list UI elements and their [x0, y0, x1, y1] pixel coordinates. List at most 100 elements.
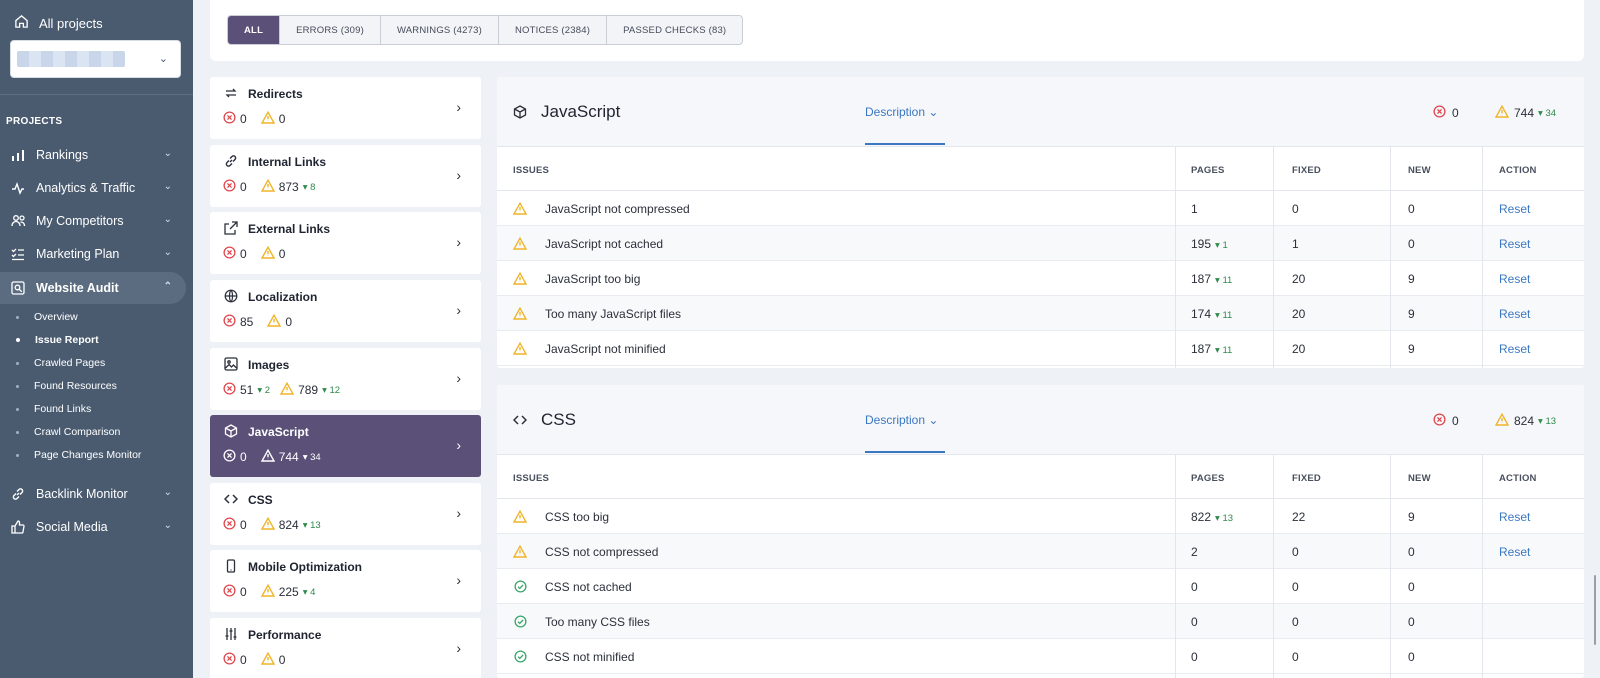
category-images[interactable]: Images 51 ▾ 2 789 ▾ 12 ›	[210, 348, 481, 410]
issue-name[interactable]: Too many CSS files	[545, 615, 650, 629]
sidebar-item-label: Social Media	[36, 520, 108, 534]
warning-icon	[513, 236, 527, 250]
issue-name[interactable]: CSS not compressed	[545, 545, 658, 559]
chevron-down-icon: ⌄	[163, 520, 172, 531]
warning-delta: ▾ 4	[302, 586, 316, 598]
sub-item-crawl-comparison[interactable]: Crawl Comparison	[16, 426, 120, 438]
description-toggle[interactable]: Description ⌄	[865, 105, 938, 119]
sliders-icon	[223, 626, 239, 642]
new-count: 0	[1408, 650, 1415, 664]
warning-delta: ▾ 13	[302, 519, 321, 531]
category-mobile-optimization[interactable]: Mobile Optimization 0 225 ▾ 4 ›	[210, 550, 481, 612]
reset-link[interactable]: Reset	[1499, 307, 1530, 321]
category-stats: 85 0	[223, 313, 306, 330]
issue-name[interactable]: CSS too big	[545, 510, 609, 524]
tab-errors[interactable]: ERRORS (309)	[280, 16, 381, 44]
error-delta: ▾ 2	[257, 384, 271, 396]
sidebar-item-marketing-plan[interactable]: Marketing Plan ⌄	[0, 238, 186, 270]
sub-item-page-changes-monitor[interactable]: Page Changes Monitor	[16, 449, 141, 461]
reset-link[interactable]: Reset	[1499, 272, 1530, 286]
all-projects-link[interactable]: All projects	[14, 14, 103, 32]
chevron-right-icon: ›	[456, 505, 461, 521]
issue-name[interactable]: JavaScript not cached	[545, 237, 663, 251]
issue-name[interactable]: JavaScript not compressed	[545, 202, 690, 216]
javascript-table-body: JavaScript not compressed 1 0 0 Reset Ja…	[497, 191, 1584, 366]
table-row: Too many JavaScript files 174 ▾ 11 20 9 R…	[497, 296, 1584, 331]
category-internal-links[interactable]: Internal Links 0 873 ▾ 8 ›	[210, 145, 481, 207]
error-count: 51	[240, 383, 254, 397]
category-title: CSS	[248, 493, 273, 507]
scrollbar[interactable]	[1594, 575, 1596, 645]
pages-count: 0	[1191, 650, 1198, 664]
table-row: JavaScript not minified 187 ▾ 11 20 9 Res…	[497, 331, 1584, 366]
tab-passed-checks[interactable]: PASSED CHECKS (83)	[607, 16, 742, 44]
sidebar-item-label: My Competitors	[36, 214, 124, 228]
tab-notices[interactable]: NOTICES (2384)	[499, 16, 608, 44]
sidebar-item-competitors[interactable]: My Competitors ⌄	[0, 205, 186, 237]
warning-icon	[267, 313, 282, 330]
reset-link[interactable]: Reset	[1499, 545, 1530, 559]
reset-link[interactable]: Reset	[1499, 237, 1530, 251]
chevron-down-icon: ⌄	[158, 53, 168, 65]
col-fixed: FIXED	[1292, 165, 1321, 176]
fixed-count: 20	[1292, 272, 1306, 286]
warning-count: 789	[298, 383, 319, 397]
category-stats: 0 744 ▾ 34	[223, 448, 331, 465]
thumbs-up-icon	[10, 519, 26, 535]
category-external-links[interactable]: External Links 0 0 ›	[210, 212, 481, 274]
warning-icon	[260, 516, 275, 533]
reset-link[interactable]: Reset	[1499, 202, 1530, 216]
globe-icon	[223, 288, 239, 304]
sub-item-overview[interactable]: Overview	[16, 311, 78, 323]
sidebar-item-social-media[interactable]: Social Media ⌄	[0, 511, 186, 543]
col-issues: ISSUES	[513, 473, 550, 484]
sub-item-crawled-pages[interactable]: Crawled Pages	[16, 357, 105, 369]
category-css[interactable]: CSS 0 824 ▾ 13 ›	[210, 483, 481, 545]
issue-name[interactable]: JavaScript not minified	[545, 342, 666, 356]
sidebar-item-analytics[interactable]: Analytics & Traffic ⌄	[0, 172, 186, 204]
new-count: 0	[1408, 237, 1415, 251]
check-circle-icon	[513, 649, 527, 663]
category-performance[interactable]: Performance 0 0 ›	[210, 618, 481, 678]
warning-icon	[1494, 412, 1510, 429]
reset-link[interactable]: Reset	[1499, 342, 1530, 356]
issue-name[interactable]: CSS not minified	[545, 650, 634, 664]
chevron-up-icon: ⌃	[163, 281, 172, 292]
sidebar-item-rankings[interactable]: Rankings ⌄	[0, 139, 186, 171]
reset-link[interactable]: Reset	[1499, 510, 1530, 524]
fixed-count: 0	[1292, 545, 1299, 559]
category-redirects[interactable]: Redirects 0 0 ›	[210, 77, 481, 139]
error-count: 0	[240, 247, 247, 261]
issue-name[interactable]: CSS not cached	[545, 580, 632, 594]
description-toggle[interactable]: Description ⌄	[865, 413, 938, 427]
fixed-count: 0	[1292, 580, 1299, 594]
category-stats: 0 225 ▾ 4	[223, 583, 325, 600]
chevron-down-icon: ⌄	[928, 105, 939, 119]
filter-tabs: ALL ERRORS (309) WARNINGS (4273) NOTICES…	[227, 15, 744, 45]
tab-all[interactable]: ALL	[228, 16, 281, 44]
sidebar-item-website-audit[interactable]: Website Audit ⌃	[0, 272, 186, 304]
sidebar-item-label: Website Audit	[36, 281, 119, 295]
category-javascript[interactable]: JavaScript 0 744 ▾ 34 ›	[210, 415, 481, 477]
col-pages: PAGES	[1191, 473, 1225, 484]
pages-count: 195 ▾ 1	[1191, 237, 1228, 251]
table-row: Too many CSS files 0 0 0	[497, 604, 1584, 639]
warning-delta: ▾ 8	[302, 181, 316, 193]
section-errors: 0	[1433, 413, 1459, 429]
tab-warnings[interactable]: WARNINGS (4273)	[381, 16, 499, 44]
category-localization[interactable]: Localization 85 0 ›	[210, 280, 481, 342]
sub-item-found-resources[interactable]: Found Resources	[16, 380, 117, 392]
issue-name[interactable]: JavaScript too big	[545, 272, 640, 286]
sidebar: All projects ⌄ PROJECTS Rankings ⌄ Analy…	[0, 0, 193, 678]
sub-item-issue-report[interactable]: Issue Report	[16, 334, 99, 346]
error-icon	[223, 584, 236, 600]
new-count: 0	[1408, 580, 1415, 594]
project-select[interactable]: ⌄	[10, 40, 181, 78]
sidebar-item-backlink-monitor[interactable]: Backlink Monitor ⌄	[0, 478, 186, 510]
warning-count: 225	[278, 585, 299, 599]
sub-item-found-links[interactable]: Found Links	[16, 403, 91, 415]
issue-name[interactable]: Too many JavaScript files	[545, 307, 681, 321]
category-title: Internal Links	[248, 155, 327, 169]
fixed-count: 0	[1292, 650, 1299, 664]
table-row: CSS too big 822 ▾ 13 22 9 Reset	[497, 499, 1584, 534]
